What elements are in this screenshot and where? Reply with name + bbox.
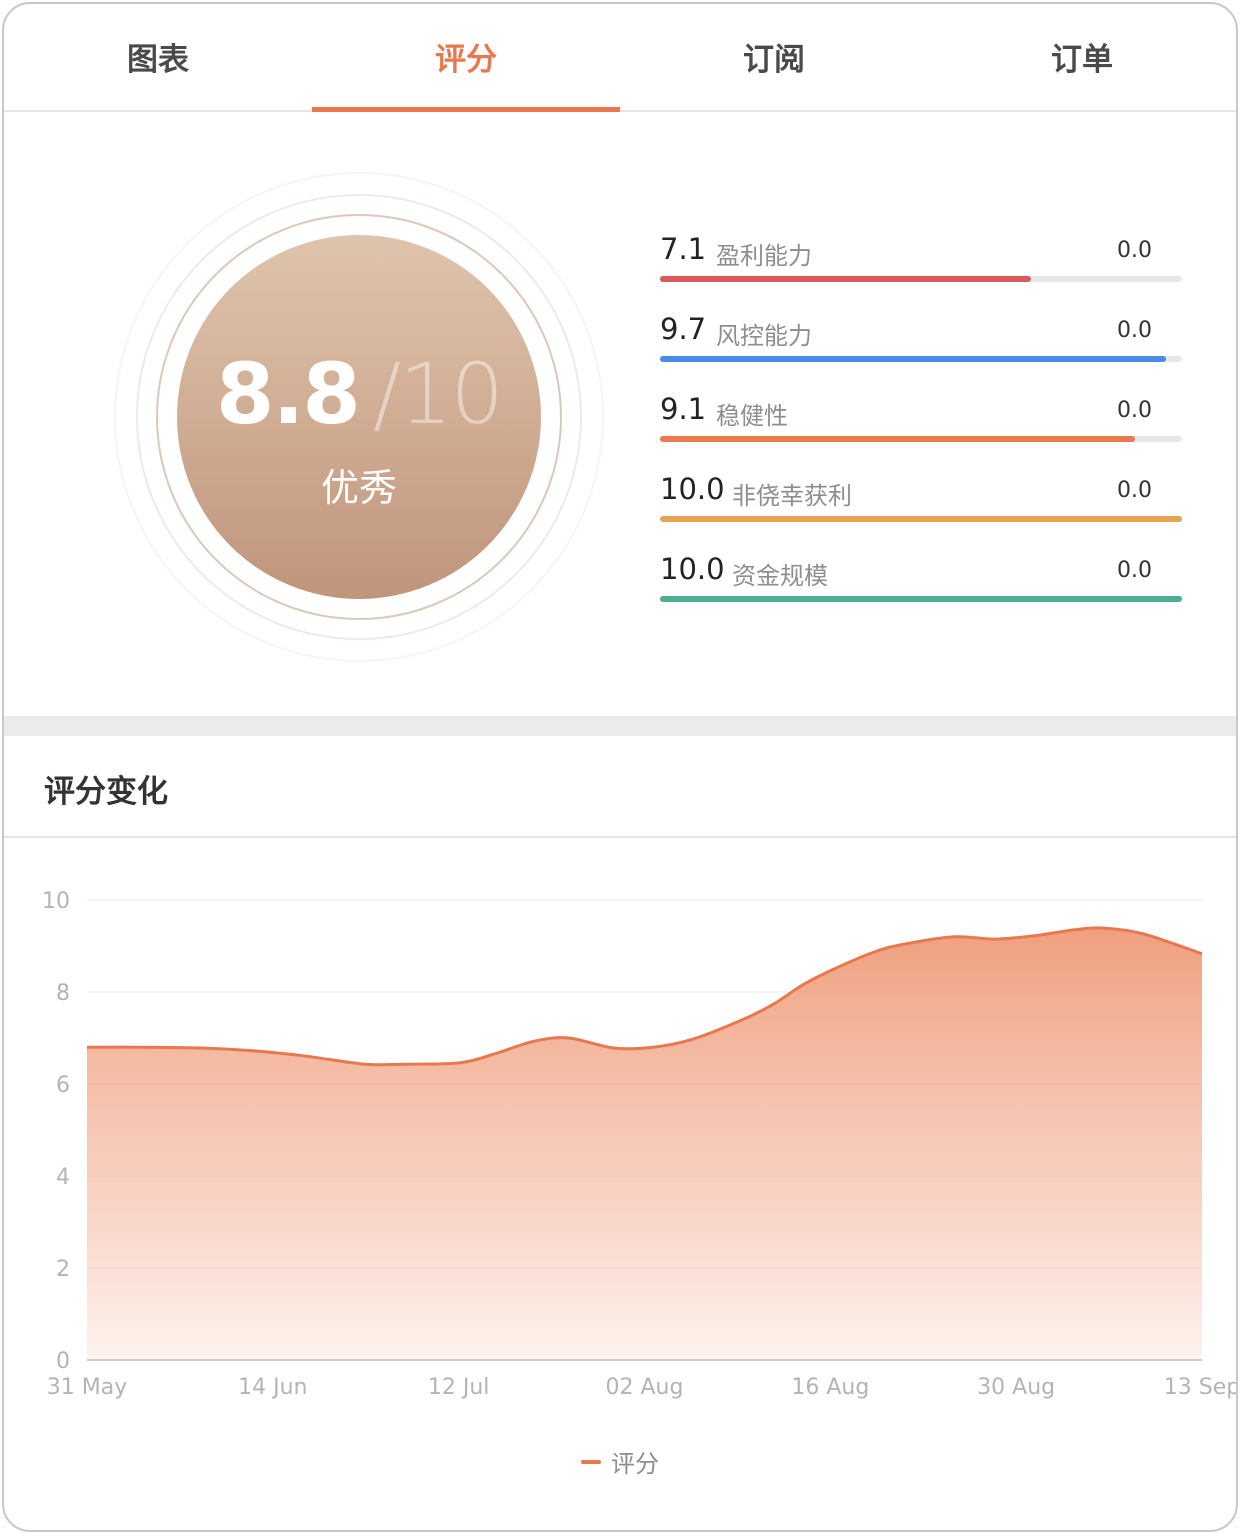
y-tick-label: 0 [56, 1349, 70, 1374]
metric-progress-fill [660, 436, 1136, 442]
metric-row: 10.0 资金规模 0.0 [660, 546, 1182, 626]
metric-secondary-value: 0.0 [1117, 398, 1152, 423]
metric-row: 9.1 稳健性 0.0 [660, 386, 1182, 466]
metric-progress-track [660, 356, 1182, 362]
tab-score[interactable]: 评分 [312, 4, 620, 112]
x-tick-label: 14 Jun [238, 1375, 307, 1400]
metric-value: 7.1 [660, 232, 707, 266]
metric-row: 7.1 盈利能力 0.0 [660, 226, 1182, 306]
section-title: 评分变化 [44, 774, 168, 810]
metric-label: 风控能力 [716, 322, 812, 350]
score-max: /10 [372, 345, 504, 443]
metric-label: 稳健性 [716, 402, 788, 430]
y-tick-label: 10 [42, 889, 70, 914]
metric-secondary-value: 0.0 [1117, 558, 1152, 583]
x-tick-label: 16 Aug [791, 1375, 869, 1400]
x-tick-label: 12 Jul [428, 1375, 490, 1400]
legend-label: 评分 [611, 1450, 659, 1478]
x-tick-label: 02 Aug [606, 1375, 684, 1400]
metric-secondary-value: 0.0 [1117, 318, 1152, 343]
score-grade: 优秀 [320, 466, 397, 510]
y-tick-label: 4 [56, 1165, 70, 1190]
metric-label: 盈利能力 [716, 242, 812, 270]
metric-row: 9.7 风控能力 0.0 [660, 306, 1182, 386]
tab-subscription[interactable]: 订阅 [620, 4, 928, 110]
metric-row: 10.0 非侥幸获利 0.0 [660, 466, 1182, 546]
score-history-chart: 0 2 4 6 8 10 31 May 14 Jun 12 Jul 02 Aug 16 Aug 30… [42, 889, 1238, 1400]
score-disc: 8.8/10 优秀 [177, 235, 541, 599]
metric-value: 10.0 [660, 552, 725, 586]
section-underline [4, 836, 1236, 838]
score-line: 8.8/10 [177, 345, 541, 443]
tab-chart-label: 图表 [127, 41, 189, 78]
x-tick-label: 31 May [47, 1375, 127, 1400]
metric-progress-fill [660, 516, 1182, 522]
x-tick-label: 13 Sep [1164, 1375, 1238, 1400]
metric-value: 9.1 [660, 392, 707, 426]
score-value: 8.8 [216, 345, 361, 443]
y-tick-label: 2 [56, 1257, 70, 1282]
tab-orders-label: 订单 [1051, 41, 1113, 78]
metric-value: 10.0 [660, 472, 725, 506]
metric-progress-track [660, 436, 1182, 442]
tab-orders[interactable]: 订单 [928, 4, 1236, 110]
metric-value: 9.7 [660, 312, 707, 346]
metric-list: 7.1 盈利能力 0.0 9.7 风控能力 0.0 9.1 稳健性 0.0 10.0 非侥幸获利 0.… [660, 226, 1182, 626]
metric-progress-fill [660, 276, 1031, 282]
metric-secondary-value: 0.0 [1117, 238, 1152, 263]
score-panel: 图表 评分 订阅 订单 8.8/10 优秀 7.1 盈利能力 0.0 9.7 风控能力 0… [2, 2, 1238, 1532]
section-divider [4, 716, 1236, 736]
tab-bar: 图表 评分 订阅 订单 [4, 4, 1236, 112]
metric-progress-track [660, 596, 1182, 602]
tab-score-label: 评分 [435, 41, 497, 78]
metric-label: 资金规模 [732, 562, 828, 590]
tab-subscription-label: 订阅 [743, 41, 805, 78]
y-tick-label: 8 [56, 981, 70, 1006]
chart-legend[interactable]: 评分 [4, 1444, 1236, 1479]
metric-label: 非侥幸获利 [732, 482, 852, 510]
overall-score-badge: 8.8/10 优秀 [114, 172, 604, 662]
metric-progress-track [660, 276, 1182, 282]
x-tick-label: 30 Aug [977, 1375, 1055, 1400]
y-tick-label: 6 [56, 1073, 70, 1098]
legend-swatch [581, 1459, 601, 1464]
tab-chart[interactable]: 图表 [4, 4, 312, 110]
metric-progress-track [660, 516, 1182, 522]
metric-progress-fill [660, 356, 1167, 362]
metric-progress-fill [660, 596, 1182, 602]
metric-secondary-value: 0.0 [1117, 478, 1152, 503]
